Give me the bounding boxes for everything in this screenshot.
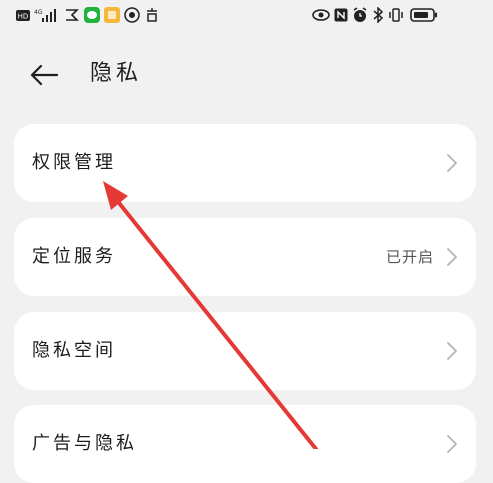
arrow-left-icon	[30, 64, 59, 86]
permission-management-item[interactable]: 权限管理	[14, 124, 476, 202]
chevron-right-icon	[447, 342, 457, 360]
app-icon	[124, 6, 140, 24]
status-bar: HD 4G	[0, 0, 493, 32]
app-icon	[104, 6, 120, 24]
nfc-icon	[334, 6, 348, 24]
bluetooth-icon	[372, 6, 384, 24]
location-service-item[interactable]: 定位服务 已开启	[14, 218, 476, 296]
ads-privacy-item[interactable]: 广告与隐私	[14, 405, 476, 483]
item-label: 隐私空间	[32, 340, 116, 361]
chevron-right-icon	[447, 154, 457, 172]
header: 隐私	[0, 50, 493, 100]
item-label: 权限管理	[32, 152, 116, 173]
app-icon	[144, 6, 160, 24]
page-title: 隐私	[90, 61, 143, 86]
wechat-icon	[84, 6, 100, 24]
privacy-space-item[interactable]: 隐私空间	[14, 312, 476, 390]
app-notification-icon	[64, 6, 80, 24]
chevron-right-icon	[447, 435, 457, 453]
item-status: 已开启	[385, 248, 434, 266]
item-label: 广告与隐私	[32, 433, 137, 454]
chevron-right-icon	[447, 248, 457, 266]
item-label: 定位服务	[32, 246, 116, 267]
alarm-icon	[352, 6, 368, 24]
battery-icon	[410, 6, 438, 24]
back-button[interactable]	[24, 60, 64, 90]
svg-text:HD: HD	[18, 12, 29, 20]
hd-icon: HD	[16, 6, 30, 24]
signal-4g-icon: 4G	[34, 6, 60, 24]
eye-icon	[312, 6, 330, 24]
signal-label: 4G	[34, 9, 43, 16]
vibrate-icon	[388, 6, 404, 24]
